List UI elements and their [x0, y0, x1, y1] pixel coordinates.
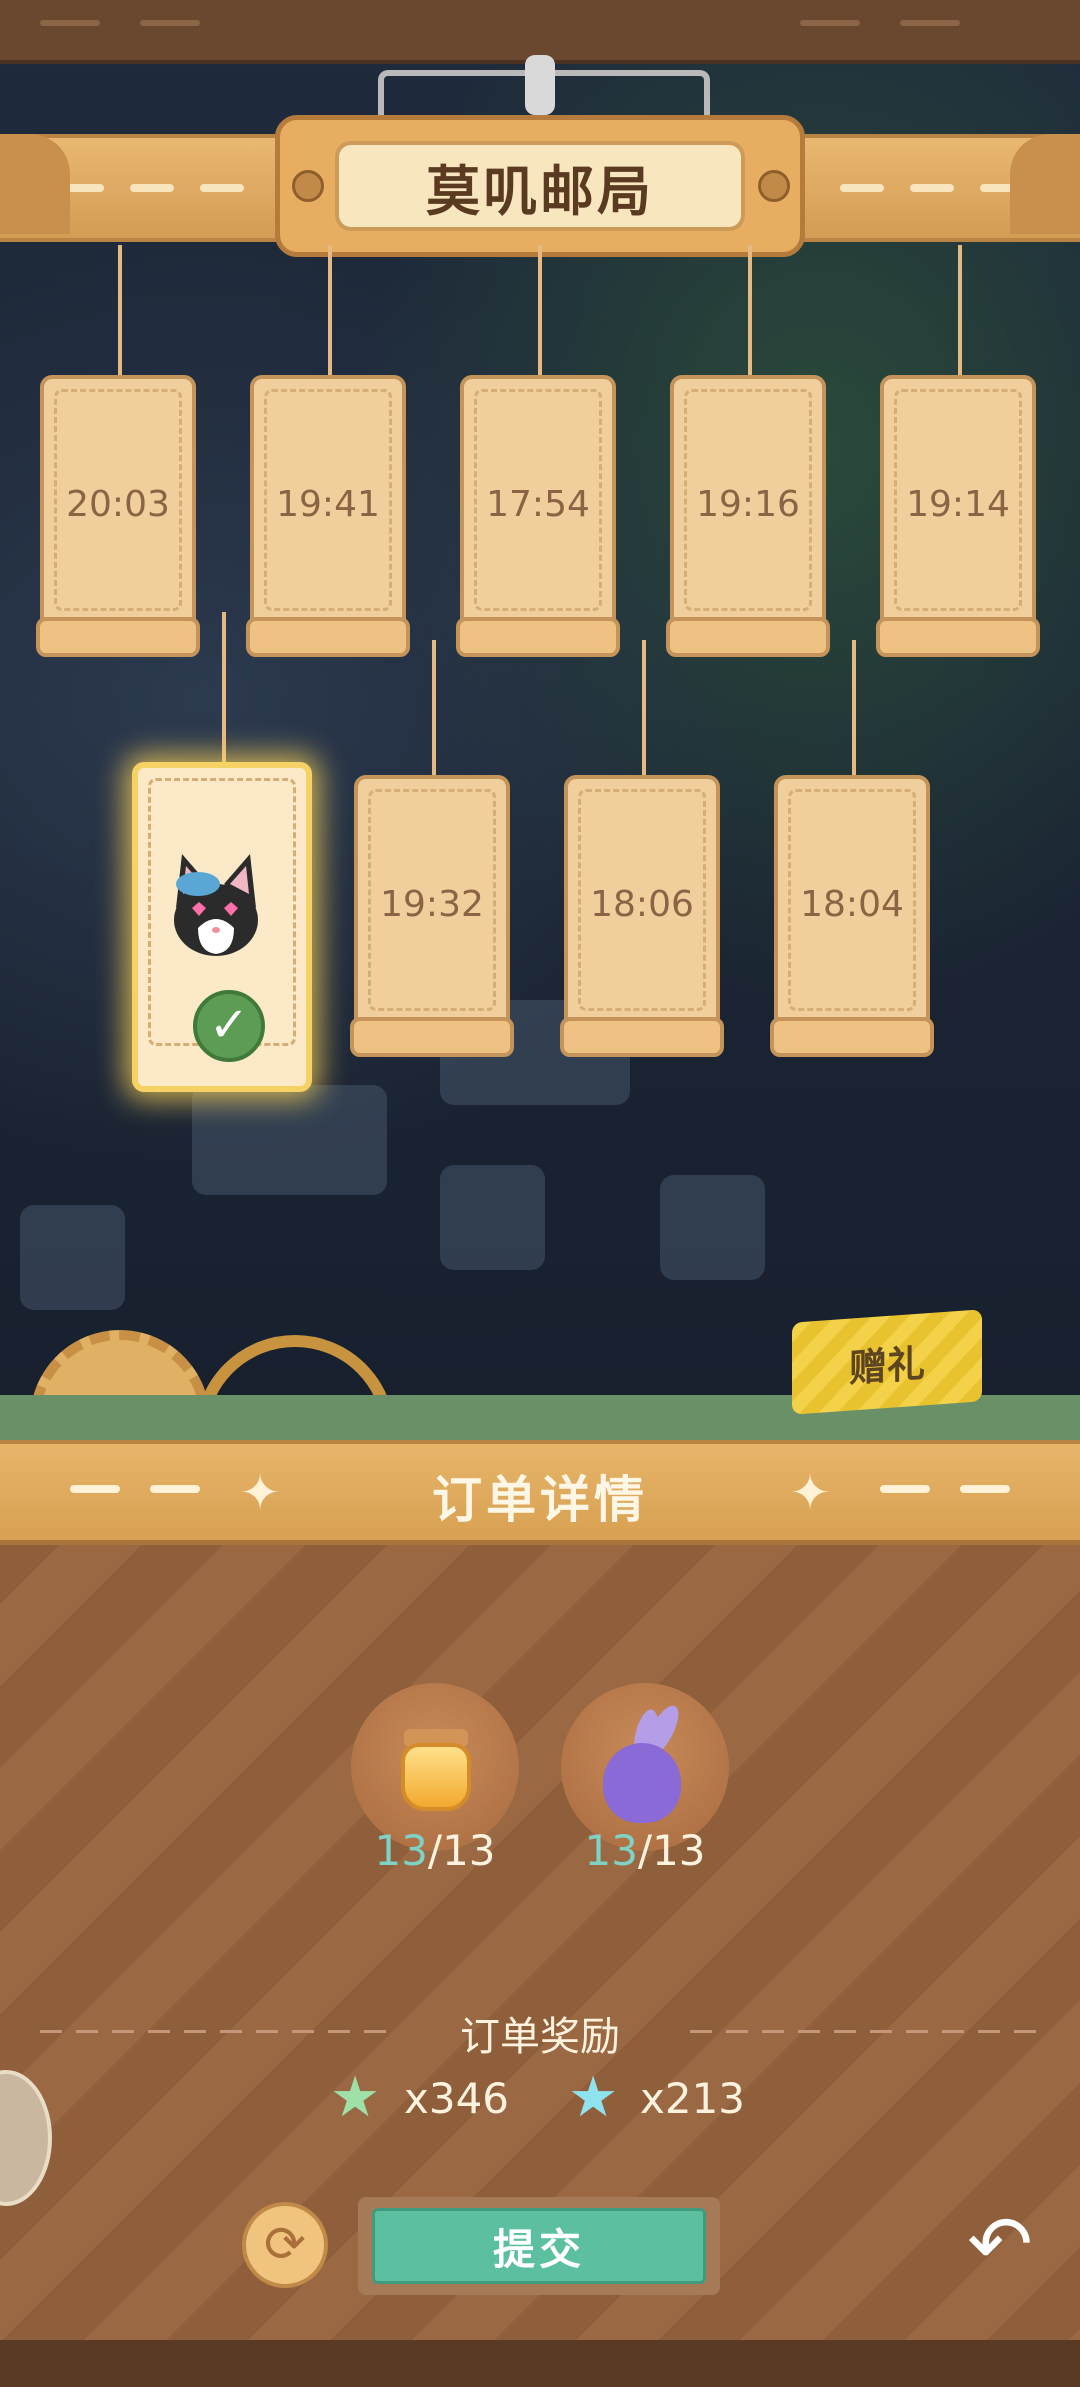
item-count: 13/13: [545, 1826, 745, 1875]
tag-string: [958, 245, 962, 375]
tag-foot: [36, 617, 200, 657]
letter-tag[interactable]: 18:04: [770, 775, 934, 1057]
reward-title: 订单奖励: [460, 2014, 620, 2060]
tag-foot: [876, 617, 1040, 657]
letter-tag[interactable]: 20:03: [36, 375, 200, 657]
check-icon: ✓: [193, 990, 265, 1062]
letter-tag[interactable]: 19:41: [246, 375, 410, 657]
letter-tag[interactable]: 19:32: [350, 775, 514, 1057]
letter-tag-selected[interactable]: ✓: [132, 762, 312, 1092]
sign-hanger-knob: [525, 55, 555, 115]
reward-value: x346: [404, 2074, 510, 2123]
tag-foot: [560, 1017, 724, 1057]
item-count-have: 13: [584, 1826, 638, 1875]
item-count-need: /13: [427, 1826, 496, 1875]
letter-time: 19:14: [906, 484, 1010, 525]
item-count-have: 13: [374, 1826, 428, 1875]
post-office-title: 莫叽邮局: [335, 141, 745, 231]
gift-button[interactable]: 赠礼: [792, 1309, 982, 1415]
tag-string: [538, 245, 542, 375]
tag-foot: [666, 617, 830, 657]
tag-string: [852, 640, 856, 775]
purple-turnip-icon: [603, 1743, 681, 1823]
letter-time: 17:54: [486, 484, 590, 525]
tag-foot: [350, 1017, 514, 1057]
item-count: 13/13: [335, 1826, 535, 1875]
refresh-icon[interactable]: ⟳: [242, 2202, 328, 2288]
bolt-icon: [758, 170, 790, 202]
tag-string: [328, 245, 332, 375]
tag-string: [432, 640, 436, 775]
letter-tag[interactable]: 19:14: [876, 375, 1040, 657]
order-title: 订单详情: [432, 1471, 648, 1529]
back-icon[interactable]: ↶: [955, 2200, 1045, 2290]
beam-cap-right: [1010, 134, 1080, 234]
item-count-need: /13: [637, 1826, 706, 1875]
letter-time: 19:32: [380, 884, 484, 925]
letter-tag[interactable]: 19:16: [666, 375, 830, 657]
beam-cap-left: [0, 134, 70, 234]
letter-tag[interactable]: 18:06: [560, 775, 724, 1057]
tag-string: [222, 612, 226, 762]
letter-time: 19:41: [276, 484, 380, 525]
tag-string: [118, 245, 122, 375]
letter-tag[interactable]: 17:54: [456, 375, 620, 657]
bolt-icon: [292, 170, 324, 202]
tag-foot: [246, 617, 410, 657]
bottom-wood-strip: [0, 2340, 1080, 2387]
tag-foot: [456, 617, 620, 657]
submit-button[interactable]: 提交: [372, 2208, 706, 2284]
letter-time: 20:03: [66, 484, 170, 525]
cat-portrait-icon: [174, 854, 258, 956]
letter-time: 19:16: [696, 484, 800, 525]
cyan-star-icon: ★: [568, 2065, 619, 2130]
rainbow-star-icon: ★: [330, 2065, 381, 2130]
tag-string: [642, 640, 646, 775]
letter-time: 18:04: [800, 884, 904, 925]
tag-foot: [770, 1017, 934, 1057]
honey-jar-icon: [401, 1743, 471, 1811]
tag-string: [748, 245, 752, 375]
letter-time: 18:06: [590, 884, 694, 925]
reward-value: x213: [640, 2074, 746, 2123]
